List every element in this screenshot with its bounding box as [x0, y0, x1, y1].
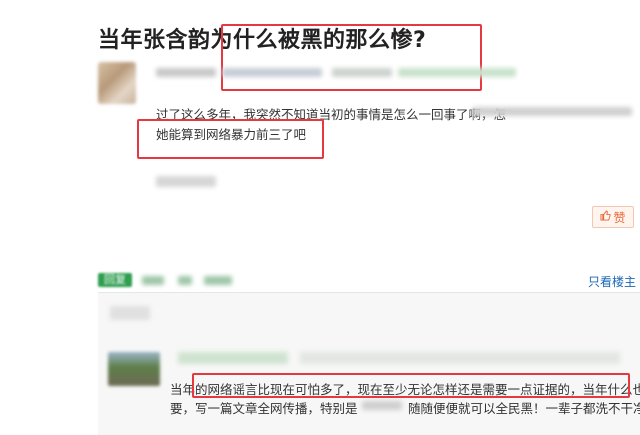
like-button[interactable]: 赞: [592, 206, 634, 228]
post-body-blurred: [472, 107, 632, 116]
only-owner-link[interactable]: 只看楼主: [588, 273, 636, 290]
share-action-blurred[interactable]: [142, 276, 164, 285]
post-signature-blurred: [156, 176, 216, 187]
reply-line2-start: 要，写一篇文章全网传播，特别是: [170, 401, 358, 416]
author-meta-blurred: [398, 68, 516, 77]
reply-line2-end: 随随便便就可以全民黑！一辈子都洗不干净!: [408, 401, 640, 416]
favorite-action-blurred[interactable]: [204, 276, 232, 285]
reply-highlight-box: [192, 373, 630, 398]
reply-action-button[interactable]: 回复: [98, 273, 132, 287]
reply-panel-header-blurred: [110, 306, 150, 320]
replier-name-blurred[interactable]: [178, 352, 288, 364]
author-meta-blurred: [332, 68, 392, 77]
like-label: 赞: [613, 210, 626, 225]
title-highlight-box: [221, 24, 482, 91]
author-avatar[interactable]: [98, 62, 136, 104]
replier-avatar[interactable]: [108, 352, 160, 386]
author-meta-blurred: [222, 68, 322, 77]
reply-action-label: 回复: [104, 273, 126, 286]
like-action-blurred[interactable]: [178, 276, 192, 285]
author-name-blurred[interactable]: [156, 68, 216, 77]
reply-blurred-word: [362, 401, 402, 410]
thumbs-up-icon: [600, 210, 612, 224]
body-highlight-box: [137, 119, 324, 159]
replier-meta-blurred: [300, 352, 620, 364]
